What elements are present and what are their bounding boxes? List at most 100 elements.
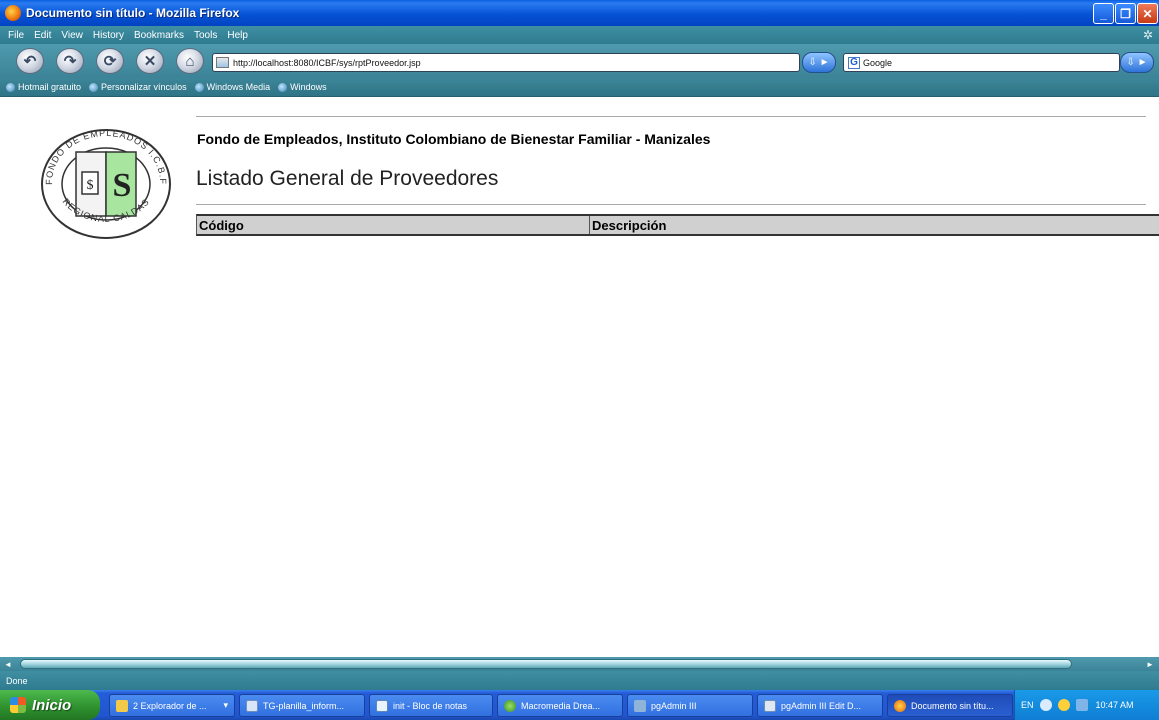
navigation-toolbar: ↶ ↷ ⟳ ✕ ⌂ http://localhost:8080/ICBF/sys… [0,44,1159,78]
url-bar[interactable]: http://localhost:8080/ICBF/sys/rptProvee… [212,53,800,72]
task-firefox-documento[interactable]: Documento sin títu... [887,694,1013,717]
tray-network-icon[interactable] [1075,699,1088,711]
organization-logo: $ S FONDO DE EMPLEADOS I.C.B.F REGIONAL … [41,128,171,239]
stop-button[interactable]: ✕ [136,48,164,74]
restore-icon: ❐ [1120,6,1131,21]
clock: 10:47 AM [1095,700,1134,710]
top-divider [196,116,1146,117]
globe-icon [278,82,288,92]
task-label: init - Bloc de notas [393,700,468,711]
back-button[interactable]: ↶ [16,48,44,74]
notepad-icon [376,699,388,712]
close-button[interactable]: ✕ [1137,3,1158,24]
back-icon: ↶ [23,53,37,70]
folder-icon [116,699,128,712]
menu-view[interactable]: View [61,30,83,41]
bookmark-personalizar[interactable]: Personalizar vínculos [89,82,187,92]
home-button[interactable]: ⌂ [176,48,204,74]
tray-app-icon[interactable] [1057,699,1070,711]
start-label: Inicio [32,696,72,714]
page-favicon-icon [216,57,229,68]
organization-title: Fondo de Empleados, Instituto Colombiano… [197,131,711,147]
google-icon: G [848,56,860,69]
minimize-button[interactable]: _ [1093,3,1114,24]
go-arrow-icon: ⇩ ► [808,57,830,68]
column-header-descripcion: Descripción [592,217,667,233]
menu-bar: File Edit View History Bookmarks Tools H… [0,26,1159,44]
search-arrow-icon: ⇩ ► [1126,57,1148,68]
menu-edit[interactable]: Edit [34,30,51,41]
globe-icon [6,82,15,92]
status-text: Done [6,675,28,686]
task-pgadmin-edit[interactable]: pgAdmin III Edit D... [757,694,883,717]
task-explorador[interactable]: 2 Explorador de ... ▾ [109,694,235,717]
firefox-icon [5,5,21,21]
page-content: $ S FONDO DE EMPLEADOS I.C.B.F REGIONAL … [0,98,1159,658]
search-input[interactable]: G Google [843,53,1120,72]
bookmark-label: Windows Media [206,82,271,92]
url-text: http://localhost:8080/ICBF/sys/rptProvee… [233,57,421,68]
throbber-icon: ✲ [1142,28,1153,42]
globe-icon [89,82,99,92]
scroll-right-icon[interactable]: ► [1145,659,1155,669]
menu-history[interactable]: History [93,30,124,41]
task-label: Documento sin títu... [911,700,994,711]
table-header-row: Código Descripción [196,214,1159,236]
task-label: pgAdmin III [651,700,697,711]
forward-button[interactable]: ↷ [56,48,84,74]
reload-button[interactable]: ⟳ [96,48,124,74]
search-engine-label: Google [863,57,893,68]
menu-tools[interactable]: Tools [194,30,217,41]
menu-bookmarks[interactable]: Bookmarks [134,30,184,41]
windows-logo-icon [10,697,26,713]
close-icon: ✕ [1142,6,1153,21]
globe-icon [194,82,204,92]
window-icon [764,699,776,712]
menu-help[interactable]: Help [227,30,248,41]
task-label: pgAdmin III Edit D... [781,700,862,711]
minimize-icon: _ [1100,6,1107,21]
maximize-button[interactable]: ❐ [1115,3,1136,24]
heading-divider [196,204,1146,205]
forward-icon: ↷ [63,53,77,70]
document-icon [246,699,258,712]
bookmark-label: Windows [290,82,327,92]
menu-file[interactable]: File [8,30,24,41]
bookmark-label: Personalizar vínculos [101,82,187,92]
task-pgadmin[interactable]: pgAdmin III [627,694,753,717]
reload-icon: ⟳ [103,53,117,70]
svg-text:S: S [113,167,132,204]
column-header-codigo: Código [197,216,590,234]
status-bar: Done [0,671,1159,690]
taskbar: Inicio 2 Explorador de ... ▾ TG-planilla… [0,690,1159,720]
horizontal-scrollbar[interactable]: ◄ ► [0,657,1159,671]
chevron-down-icon: ▾ [223,700,228,710]
language-indicator[interactable]: EN [1021,700,1034,710]
task-label: 2 Explorador de ... [133,700,207,711]
dreamweaver-icon [504,699,516,712]
scrollbar-thumb[interactable] [20,659,1072,669]
window-title: Documento sin título - Mozilla Firefox [26,6,240,20]
bookmark-windows-media[interactable]: Windows Media [194,82,271,92]
start-button[interactable]: Inicio [0,690,100,720]
task-bloc-de-notas[interactable]: init - Bloc de notas [369,694,493,717]
page-title: Listado General de Proveedores [196,167,499,190]
system-tray: EN 10:47 AM [1014,690,1159,720]
go-button[interactable]: ⇩ ► [802,52,836,73]
bookmarks-toolbar: Hotmail gratuito Personalizar vínculos W… [0,78,1159,97]
search-go-button[interactable]: ⇩ ► [1120,52,1154,73]
bookmark-windows[interactable]: Windows [278,82,327,92]
tray-chevron-icon[interactable] [1039,699,1052,711]
stop-icon: ✕ [143,53,157,70]
task-label: TG-planilla_inform... [263,700,345,711]
bookmark-label: Hotmail gratuito [18,82,82,92]
task-macromedia[interactable]: Macromedia Drea... [497,694,623,717]
firefox-icon [894,699,906,712]
home-icon: ⌂ [185,52,195,70]
task-tg-planilla[interactable]: TG-planilla_inform... [239,694,365,717]
scroll-left-icon[interactable]: ◄ [3,659,13,669]
window-titlebar[interactable]: Documento sin título - Mozilla Firefox _… [0,0,1159,26]
bookmark-hotmail[interactable]: Hotmail gratuito [6,82,81,92]
pgadmin-icon [634,699,646,712]
svg-text:$: $ [87,178,94,193]
